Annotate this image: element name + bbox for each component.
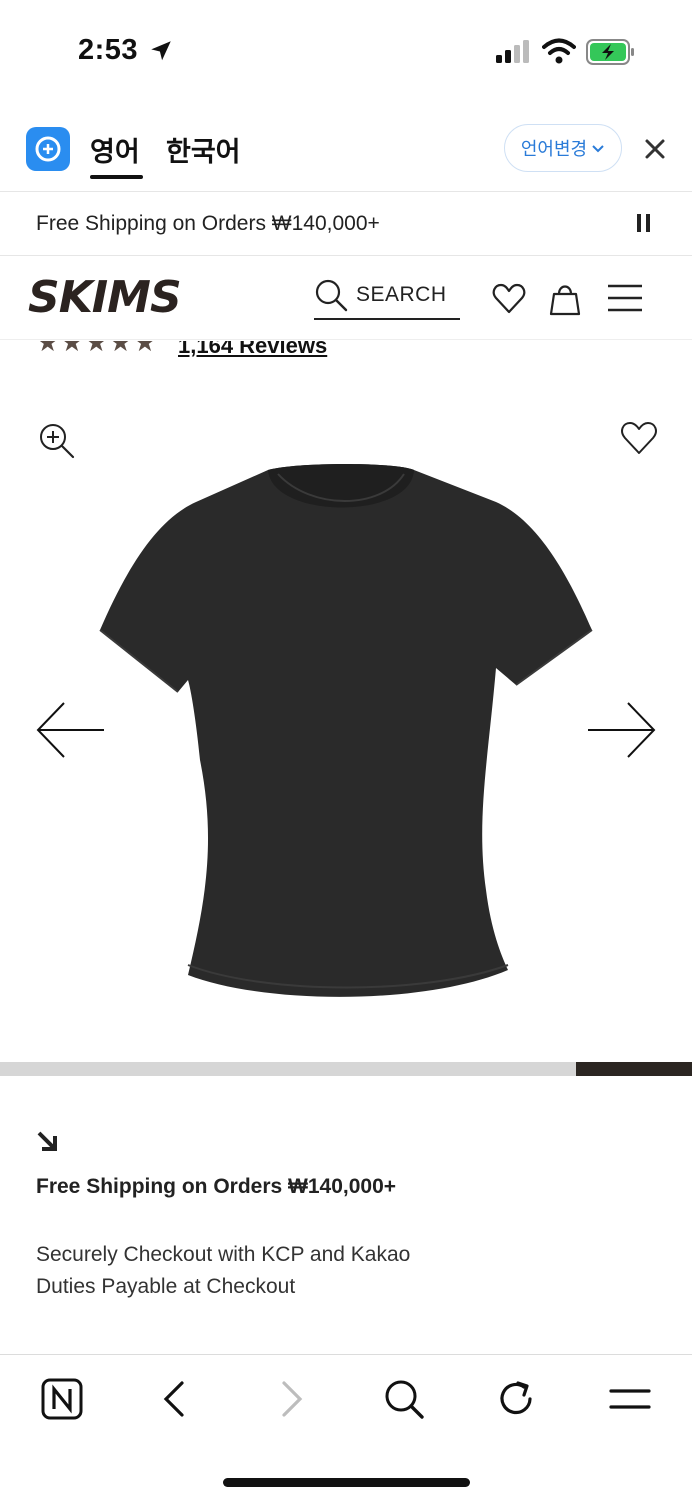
translate-bar: 영어 한국어 언어변경 [0, 100, 692, 192]
close-icon[interactable] [640, 134, 670, 164]
home-indicator[interactable] [223, 1478, 470, 1487]
wishlist-heart-icon[interactable] [620, 420, 658, 456]
announcement-bar: Free Shipping on Orders ₩140,000+ [0, 192, 692, 256]
refresh-icon[interactable] [494, 1377, 538, 1421]
site-header: SKIMS SEARCH [0, 256, 692, 340]
search-icon [315, 279, 348, 312]
reviews-link[interactable]: 1,164 Reviews [178, 341, 327, 359]
status-time: 2:53 [78, 34, 139, 66]
tab-english[interactable]: 영어 [90, 130, 140, 169]
status-bar: 2:53 [0, 0, 692, 100]
translate-app-icon[interactable] [26, 127, 70, 171]
product-gallery[interactable] [0, 360, 692, 1062]
arrow-down-right-icon [37, 1131, 57, 1151]
search-label: SEARCH [356, 283, 447, 306]
info-line: Duties Payable at Checkout [36, 1275, 296, 1298]
gallery-progress-bar [0, 1062, 692, 1076]
menu-icon[interactable] [606, 282, 644, 314]
bag-icon[interactable] [548, 280, 582, 316]
svg-text:SKIMS: SKIMS [28, 274, 181, 318]
search-icon[interactable] [382, 1377, 426, 1421]
info-title: Free Shipping on Orders ₩140,000+ [36, 1175, 397, 1198]
arrow-left-icon[interactable] [34, 700, 106, 760]
change-language-label: 언어변경 [520, 139, 588, 160]
product-image[interactable] [96, 460, 596, 1000]
shipping-info: Free Shipping on Orders ₩140,000+ Secure… [36, 1130, 656, 1303]
info-line: Securely Checkout with KCP and Kakao [36, 1243, 411, 1266]
rating-strip: ★★★★★ 1,164 Reviews [0, 341, 692, 359]
forward-icon[interactable] [268, 1377, 312, 1421]
active-tab-indicator [90, 175, 143, 179]
heart-icon[interactable] [492, 282, 526, 316]
info-lines: Securely Checkout with KCP and Kakao Dut… [36, 1239, 656, 1303]
skims-logo[interactable]: SKIMS [28, 274, 200, 318]
browser-toolbar [0, 1354, 692, 1500]
menu-icon[interactable] [608, 1377, 652, 1421]
naver-home-icon[interactable] [40, 1377, 84, 1421]
arrow-right-icon[interactable] [586, 700, 658, 760]
gallery-progress-fill [576, 1062, 692, 1076]
zoom-in-icon[interactable] [38, 422, 76, 460]
rating-stars: ★★★★★ [36, 341, 158, 357]
pause-icon[interactable] [636, 212, 652, 234]
back-icon[interactable] [154, 1377, 198, 1421]
wifi-icon [542, 38, 576, 64]
change-language-button[interactable]: 언어변경 [504, 124, 622, 172]
cellular-signal-icon [496, 40, 529, 63]
chevron-down-icon [592, 145, 604, 153]
tab-korean[interactable]: 한국어 [166, 130, 241, 169]
announcement-text: Free Shipping on Orders ₩140,000+ [36, 212, 380, 235]
battery-charging-icon [586, 39, 634, 65]
location-arrow-icon [151, 41, 171, 61]
search-button[interactable]: SEARCH [314, 276, 460, 320]
